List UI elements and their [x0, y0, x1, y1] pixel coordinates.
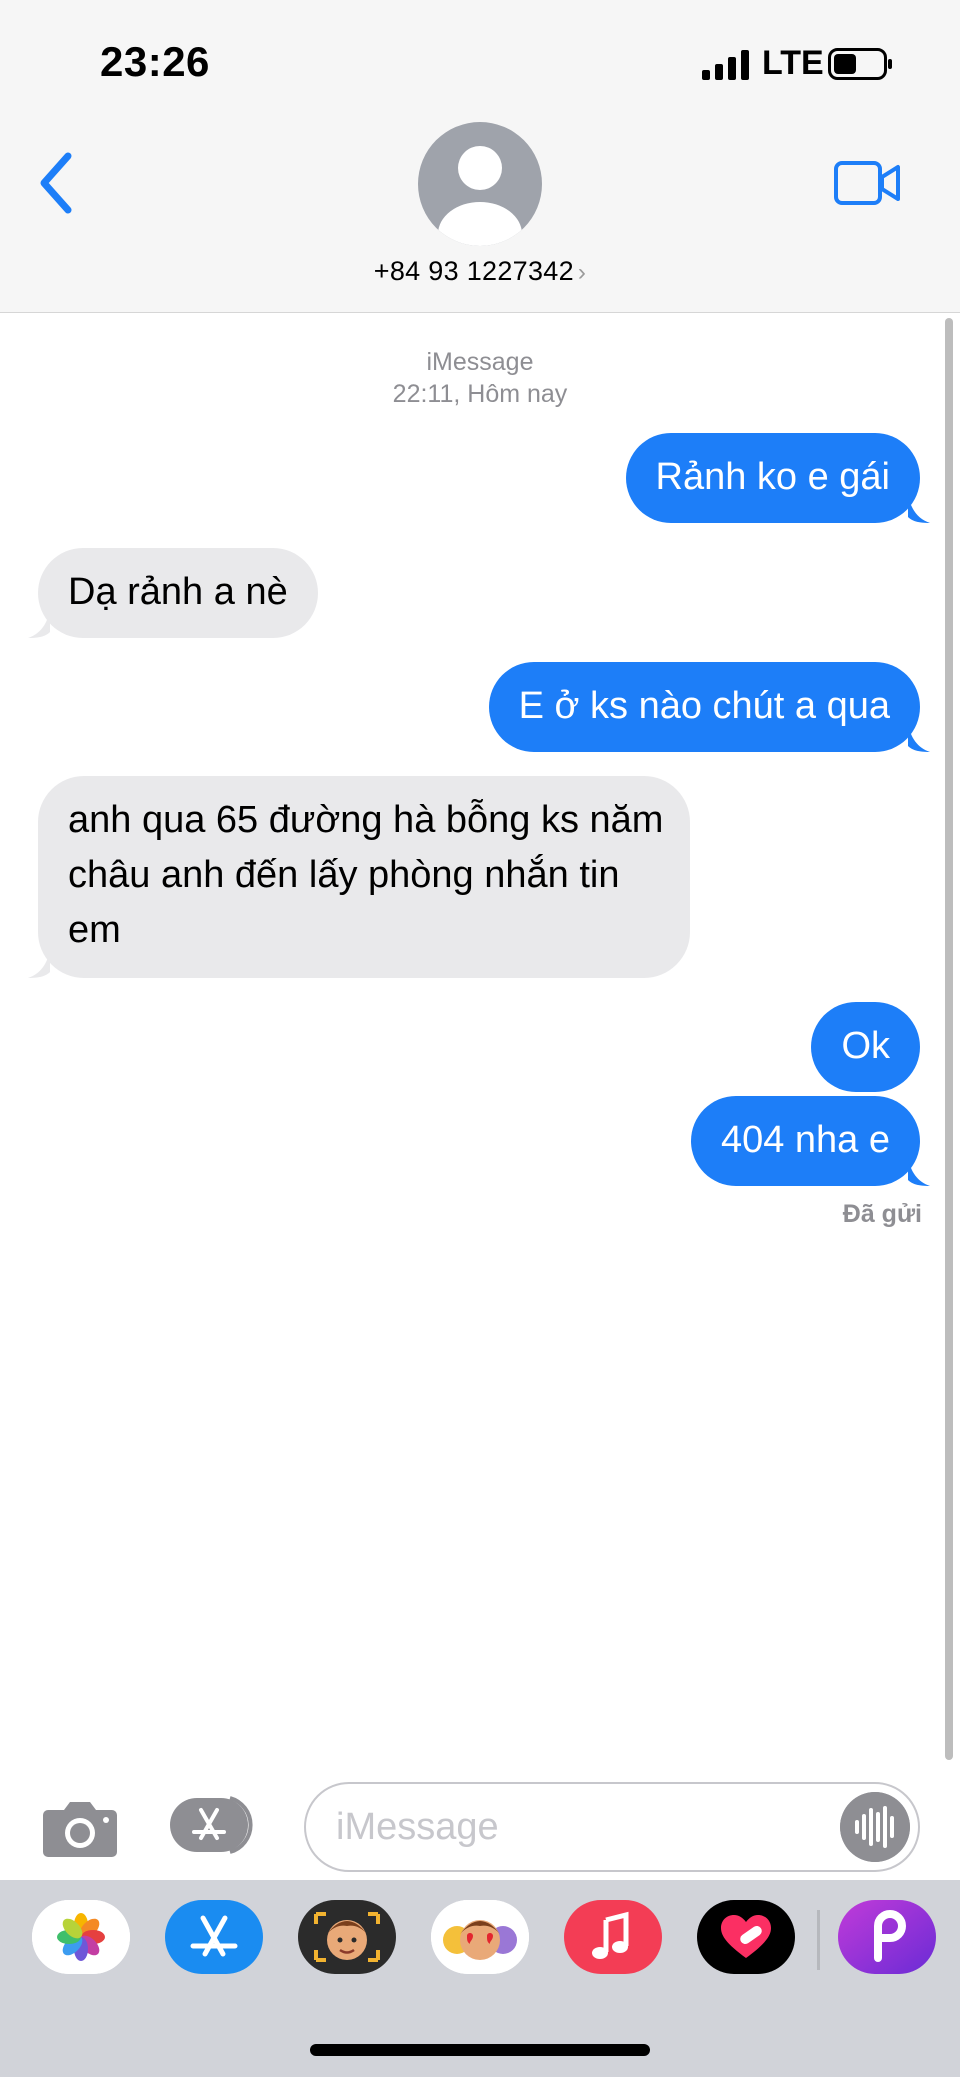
- message-bubble-incoming[interactable]: anh qua 65 đường hà bỗng ks năm châu anh…: [28, 776, 690, 978]
- bubble-tail: [908, 722, 930, 752]
- home-indicator[interactable]: [310, 2044, 650, 2056]
- network-type: LTE: [762, 44, 824, 82]
- drawer-separator: [817, 1910, 820, 1970]
- picsart-icon[interactable]: [838, 1900, 936, 1974]
- input-placeholder: iMessage: [336, 1806, 499, 1848]
- facetime-video-icon[interactable]: [834, 160, 902, 206]
- bubble-tail: [908, 493, 930, 523]
- message-text: Dạ rảnh a nè: [68, 571, 288, 613]
- delivery-status: Đã gửi: [842, 1200, 922, 1228]
- message-bubble-incoming[interactable]: Dạ rảnh a nè: [28, 548, 318, 638]
- message-input[interactable]: iMessage: [304, 1782, 920, 1872]
- service-label: iMessage: [426, 348, 534, 376]
- chevron-right-icon: ›: [577, 259, 587, 286]
- message-text: 404 nha e: [720, 1119, 890, 1161]
- bubble-tail: [28, 948, 50, 978]
- bubble-tail: [908, 1156, 930, 1186]
- scrollbar[interactable]: [945, 318, 953, 1760]
- message-bubble-outgoing[interactable]: E ở ks nào chút a qua: [488, 662, 930, 752]
- message-bubble-outgoing[interactable]: 404 nha e: [690, 1096, 930, 1186]
- status-time: 23:26: [100, 38, 210, 85]
- message-text: anh qua 65 đường hà bỗng ks năm châu anh…: [68, 799, 664, 951]
- camera-icon[interactable]: [42, 1796, 118, 1858]
- cellular-signal-icon: [702, 50, 749, 80]
- memoji-icon[interactable]: [298, 1900, 396, 1974]
- battery-icon: [828, 48, 892, 80]
- contact-name[interactable]: +84 93 1227342 ›: [0, 256, 960, 287]
- heart-app-icon[interactable]: [697, 1900, 795, 1974]
- app-store-icon[interactable]: [165, 1900, 263, 1974]
- music-icon[interactable]: [564, 1900, 662, 1974]
- contact-number: +84 93 1227342: [373, 256, 574, 286]
- conversation-timestamp: 22:11, Hôm nay: [392, 380, 568, 408]
- contact-avatar[interactable]: [418, 122, 542, 246]
- back-chevron-icon[interactable]: [36, 150, 76, 216]
- message-bubble-outgoing[interactable]: Ok: [811, 1002, 920, 1092]
- photos-icon[interactable]: [32, 1900, 130, 1974]
- message-text: E ở ks nào chút a qua: [518, 685, 890, 727]
- memoji-stickers-icon[interactable]: [431, 1900, 529, 1974]
- message-bubble-outgoing[interactable]: Rảnh ko e gái: [625, 433, 930, 523]
- apps-button-icon[interactable]: [170, 1794, 262, 1856]
- message-text: Ok: [841, 1025, 890, 1067]
- bubble-tail: [28, 608, 50, 638]
- message-text: Rảnh ko e gái: [655, 456, 891, 498]
- dictation-waveform-icon[interactable]: [840, 1792, 910, 1862]
